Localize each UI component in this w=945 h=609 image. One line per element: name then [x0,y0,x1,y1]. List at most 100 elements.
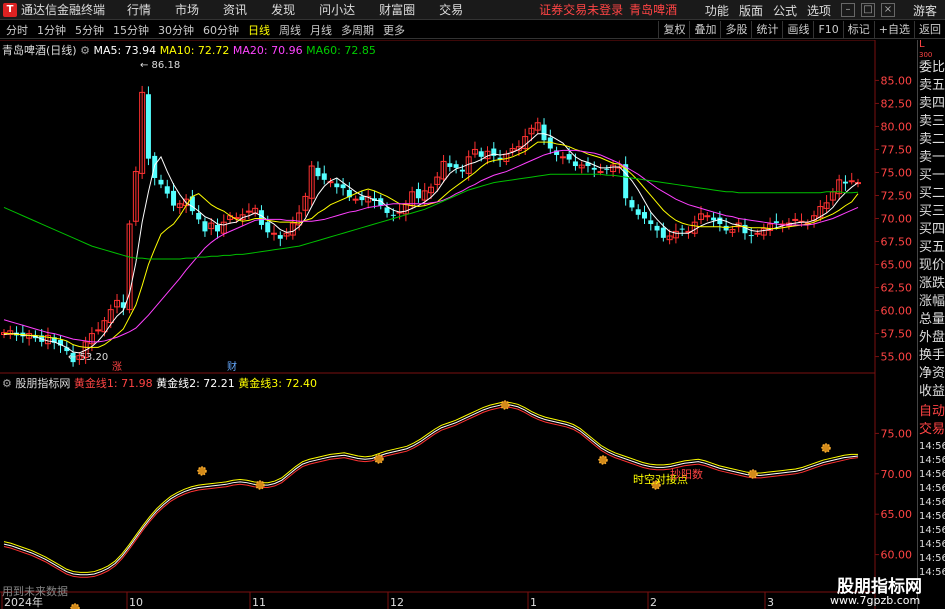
candle-body [648,220,654,225]
sun-marker-icon [374,454,384,464]
level-badge-num: 300 [919,51,933,59]
tool-back[interactable]: 返回 [914,21,945,39]
sun-marker-icon [197,466,207,476]
auto-label[interactable]: 自动 [918,404,945,422]
candle-body [704,215,711,218]
candle-body [773,221,779,224]
sun-marker-icon [598,455,608,465]
y-tick-label: 85.00 [881,74,913,87]
future-data-note: 用到未来数据 [2,585,68,598]
tool-multi-stock[interactable]: 多股 [720,21,751,39]
indicator-name: 股朋指标网 [15,377,71,390]
quote-field-label: 买三 [919,204,945,219]
candle-body [566,154,572,160]
tool-stats[interactable]: 统计 [751,21,782,39]
settings-gear-icon[interactable]: ⚙ [80,44,90,57]
menu-news[interactable]: 资讯 [223,1,247,18]
sub-y-tick-label: 65.00 [881,508,913,521]
x-tick-label: 1 [530,596,537,609]
kline-chart[interactable]: 55.00 57.50 60.00 62.50 65.00 67.50 70.00 72.50… [0,40,915,609]
menu-discover[interactable]: 发现 [271,1,295,18]
menu-wealth-circle[interactable]: 财富圈 [379,1,415,18]
ma60-label: MA60: 72.85 [306,44,376,57]
gold-line-3 [3,401,858,573]
current-stock-name: 青岛啤酒 [629,3,678,17]
sub-y-tick-label: 75.00 [881,427,913,440]
period-30min[interactable]: 30分钟 [158,22,194,38]
toolbar: 复权 叠加 多股 统计 画线 F10 标记 +自选 返回 [658,21,945,39]
trade-label[interactable]: 交易 [918,422,945,440]
close-icon[interactable]: × [880,3,895,17]
quote-field-label: 涨跌 [919,276,945,291]
stock-period-label: 青岛啤酒(日线) [2,44,77,57]
quote-field-label: 卖五 [919,78,945,93]
x-tick-label: 12 [390,596,404,609]
candle-body [245,210,252,213]
menu-formula[interactable]: 公式 [773,2,797,19]
tick-time: 14:56 [919,497,945,508]
period-5min[interactable]: 5分钟 [75,22,104,38]
menu-functions[interactable]: 功能 [705,2,729,19]
y-tick-label: 57.50 [881,328,913,341]
period-multi[interactable]: 多周期 [341,22,374,38]
annotations: ← 86.18← 53.20涨 财时空对接点抄阳数 [68,60,703,486]
period-monthly[interactable]: 月线 [310,22,332,38]
minimize-icon[interactable]: – [840,3,855,17]
period-60min[interactable]: 60分钟 [203,22,239,38]
tool-adjust[interactable]: 复权 [658,21,689,39]
period-daily[interactable]: 日线 [248,22,270,38]
tool-add-watchlist[interactable]: +自选 [873,21,914,39]
x-axis: 2024年 10 11 12 1 2 3 [1,592,774,609]
menu-bar: T 通达信金融终端 行情 市场 资讯 发现 问小达 财富圈 交易 证券交易未登录… [0,0,945,20]
candle-body [660,227,666,238]
y-tick-label: 65.00 [881,259,913,272]
menu-ask[interactable]: 问小达 [319,1,355,18]
app-logo-icon: T [3,2,17,17]
period-more[interactable]: 更多 [383,22,405,38]
tick-time: 14:56 [919,441,945,452]
candle-body [754,232,761,235]
guest-user[interactable]: 游客 [913,2,937,19]
quote-field-label: 涨幅 [919,294,945,309]
period-15min[interactable]: 15分钟 [113,22,149,38]
quote-field-label: 买四 [919,222,945,237]
tick-time: 14:56 [919,567,945,578]
period-1min[interactable]: 1分钟 [37,22,66,38]
candle-body [164,186,170,194]
candle-body [352,198,359,201]
y-tick-label: 72.50 [881,189,913,202]
quote-field-label: 卖四 [919,96,945,111]
yang-count-label: 抄阳数 [670,467,703,481]
y-axis: 55.00 57.50 60.00 62.50 65.00 67.50 70.00 72.50… [875,74,913,562]
period-bar: 分时 1分钟 5分钟 15分钟 30分钟 60分钟 日线 周线 月线 多周期 更… [0,21,945,39]
quote-field-label: 买二 [919,186,945,201]
tool-overlay[interactable]: 叠加 [689,21,720,39]
x-tick-label: 3 [767,596,774,609]
candle-body [559,156,566,159]
menu-trade[interactable]: 交易 [439,1,463,18]
quote-field-label: 净资 [919,366,945,381]
trade-login-warning[interactable]: 证券交易未登录 [539,1,623,18]
tool-f10[interactable]: F10 [813,21,842,39]
tick-time: 14:56 [919,469,945,480]
candle-body [202,221,208,232]
menu-layout[interactable]: 版面 [739,2,763,19]
candle-body [642,212,647,219]
y-tick-label: 80.00 [881,120,913,133]
period-weekly[interactable]: 周线 [279,22,301,38]
quote-field-label: 卖三 [919,114,945,129]
tick-time: 14:56 [919,511,945,522]
candle-body [145,94,151,159]
candle-body [277,235,283,239]
menu-options[interactable]: 选项 [807,2,831,19]
quote-field-label: 换手 [919,348,945,363]
candle-body [848,180,855,183]
menu-market-quotes[interactable]: 行情 [127,1,151,18]
tool-mark[interactable]: 标记 [842,21,874,39]
indicator-settings-icon[interactable]: ⚙ [2,377,12,390]
menu-market[interactable]: 市场 [175,1,199,18]
maximize-icon[interactable]: □ [860,3,875,17]
quote-field-label: 现价 [919,258,945,273]
tool-draw[interactable]: 画线 [782,21,813,39]
period-intraday[interactable]: 分时 [6,22,28,38]
